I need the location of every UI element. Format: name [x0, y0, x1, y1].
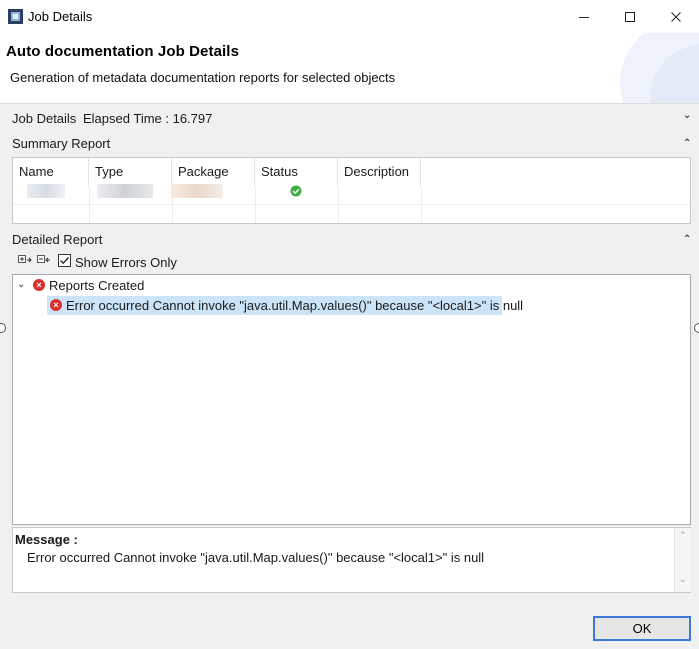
close-icon — [671, 11, 681, 22]
tree-node-reports-created[interactable]: Reports Created — [49, 278, 144, 293]
message-text[interactable]: Error occurred Cannot invoke "java.util.… — [27, 550, 484, 565]
collapse-chevron-icon[interactable]: ⌃ — [683, 234, 691, 245]
dialog-description: Generation of metadata documentation rep… — [10, 70, 396, 85]
message-label: Message : — [15, 532, 78, 547]
maximize-icon — [625, 11, 635, 22]
collapse-chevron-icon[interactable]: ⌃ — [683, 138, 691, 149]
show-errors-only-label[interactable]: Show Errors Only — [75, 255, 177, 270]
close-button[interactable] — [653, 0, 699, 33]
row-divider — [13, 204, 690, 205]
window-title: Job Details — [28, 9, 93, 24]
maximize-button[interactable] — [607, 0, 653, 33]
job-details-label: Job Details — [12, 111, 77, 126]
show-errors-only-checkbox[interactable] — [58, 254, 71, 270]
header-banner: Auto documentation Job Details Generatio… — [0, 33, 699, 104]
redacted-package-cell — [171, 184, 223, 198]
column-header-name[interactable]: Name — [13, 158, 89, 186]
column-header-type[interactable]: Type — [89, 158, 172, 186]
column-header-status[interactable]: Status — [255, 158, 338, 186]
resize-handle-left[interactable] — [0, 323, 6, 333]
minimize-button[interactable] — [561, 0, 607, 33]
error-icon: × — [33, 279, 45, 291]
collapse-all-icon[interactable] — [37, 254, 51, 269]
expand-all-icon[interactable] — [18, 254, 32, 269]
minimize-icon — [579, 16, 589, 18]
detailed-report-tree: ⌄ × Reports Created × Error occurred Can… — [12, 274, 691, 525]
tree-expand-chevron-icon[interactable]: ⌄ — [17, 279, 25, 290]
resize-handle-right[interactable] — [694, 323, 699, 333]
redacted-name-cell — [27, 184, 65, 198]
redacted-type-cell — [97, 184, 153, 198]
column-header-description[interactable]: Description — [338, 158, 421, 186]
scroll-up-icon[interactable]: ⌃ — [679, 530, 687, 541]
message-scrollbar[interactable]: ⌃ ⌄ — [674, 528, 691, 592]
dialog-title: Auto documentation Job Details — [6, 43, 240, 60]
tree-node-error-item[interactable]: Error occurred Cannot invoke "java.util.… — [66, 298, 523, 313]
expand-chevron-icon[interactable]: ⌄ — [683, 110, 691, 121]
column-header-package[interactable]: Package — [172, 158, 255, 186]
summary-table: Name Type Package Status Description — [12, 157, 691, 224]
elapsed-time-label: Elapsed Time : 16.797 — [83, 111, 213, 126]
ok-button[interactable]: OK — [593, 616, 691, 641]
error-icon: × — [50, 299, 62, 311]
summary-report-label: Summary Report — [12, 136, 111, 151]
message-panel: Message : Error occurred Cannot invoke "… — [12, 527, 691, 593]
status-ok-icon — [290, 185, 302, 200]
table-row[interactable] — [13, 184, 690, 204]
title-bar: Job Details — [0, 0, 699, 33]
scroll-down-icon[interactable]: ⌄ — [679, 574, 687, 585]
detailed-report-label: Detailed Report — [12, 232, 103, 247]
app-icon — [8, 9, 23, 24]
